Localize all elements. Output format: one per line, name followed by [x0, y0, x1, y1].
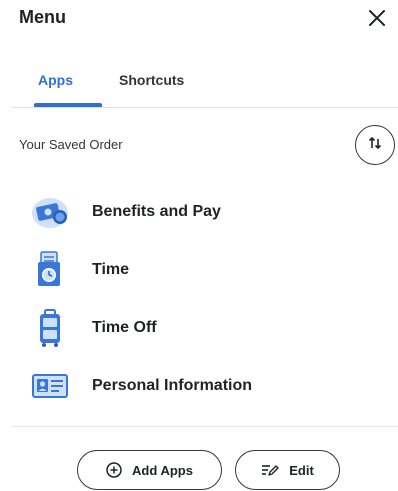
close-button[interactable] — [365, 8, 389, 32]
app-item-time-off[interactable]: Time Off — [30, 306, 380, 350]
app-label: Personal Information — [92, 377, 253, 394]
close-icon[interactable] — [368, 9, 386, 32]
menu-panel: Menu Apps Shortcuts Your Saved Order Ben… — [0, 0, 398, 491]
app-item-benefits-pay[interactable]: Benefits and Pay — [30, 190, 380, 234]
tab-apps[interactable]: Apps — [38, 72, 73, 88]
active-tab-indicator — [34, 103, 102, 107]
personal-id-card-icon — [30, 366, 70, 406]
app-label: Benefits and Pay — [92, 203, 221, 220]
benefits-pay-icon — [30, 192, 70, 232]
sort-arrows-icon — [367, 135, 383, 156]
edit-list-icon — [261, 463, 279, 477]
sort-button[interactable] — [355, 125, 395, 165]
app-label: Time — [92, 261, 130, 278]
edit-label: Edit — [289, 462, 314, 478]
saved-order-label: Your Saved Order — [19, 137, 123, 152]
app-item-time[interactable]: Time — [30, 248, 380, 292]
tab-bar: Apps Shortcuts — [11, 60, 398, 108]
add-apps-label: Add Apps — [132, 462, 193, 478]
app-label: Time Off — [92, 319, 157, 336]
edit-button[interactable]: Edit — [235, 450, 340, 490]
footer-divider — [11, 426, 398, 427]
time-clock-icon — [30, 250, 70, 290]
tab-shortcuts[interactable]: Shortcuts — [119, 72, 184, 88]
time-off-luggage-icon — [30, 308, 70, 348]
add-apps-button[interactable]: Add Apps — [77, 450, 222, 490]
menu-title: Menu — [19, 7, 66, 27]
plus-circle-icon — [106, 462, 122, 478]
app-item-personal-information[interactable]: Personal Information — [30, 364, 380, 408]
